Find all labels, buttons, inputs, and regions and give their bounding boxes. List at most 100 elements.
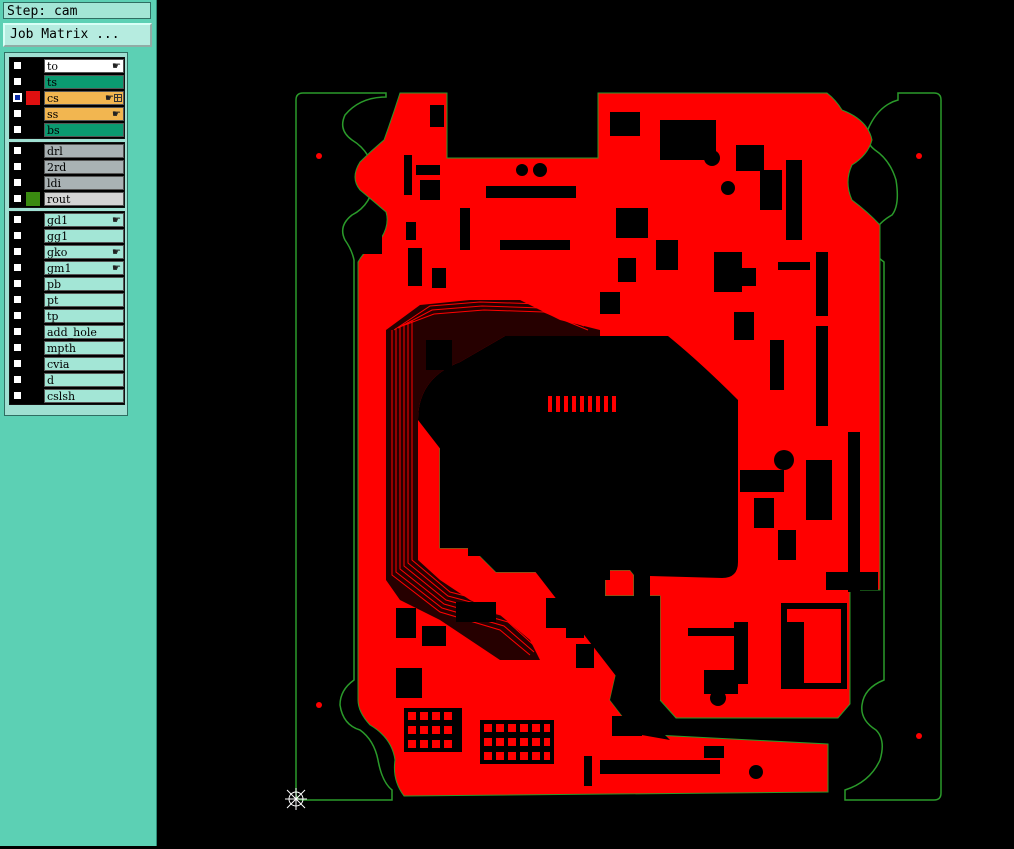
layer-name-text: ss (47, 108, 59, 121)
layer-name[interactable]: cslsh (44, 389, 124, 403)
layer-panel: Step: cam Job Matrix ... to ☛ ts cs ☛ ss ☛ bs d… (0, 0, 157, 846)
layer-checkbox[interactable] (13, 231, 22, 240)
layer-color-swatch[interactable] (26, 160, 40, 174)
layer-checkbox[interactable] (13, 215, 22, 224)
layer-checkbox[interactable] (13, 125, 22, 134)
layer-row-ss[interactable]: ss ☛ (10, 106, 124, 122)
layer-checkbox[interactable] (13, 247, 22, 256)
layer-checkbox[interactable] (13, 279, 22, 288)
layer-color-swatch[interactable] (26, 192, 40, 206)
layer-name[interactable]: pb (44, 277, 124, 291)
layer-color-swatch[interactable] (26, 213, 40, 227)
layer-row-bs[interactable]: bs (10, 122, 124, 138)
layer-color-swatch[interactable] (26, 59, 40, 73)
layer-name-text: ldi (47, 177, 62, 190)
layer-name-text: rout (47, 193, 71, 206)
layer-checkbox[interactable] (13, 77, 22, 86)
layer-color-swatch[interactable] (26, 261, 40, 275)
layer-name-text: gd1 (47, 214, 69, 227)
layer-name-text: ts (47, 76, 58, 89)
layer-checkbox[interactable] (13, 295, 22, 304)
layer-row-2rd[interactable]: 2rd (10, 159, 124, 175)
layer-color-swatch[interactable] (26, 389, 40, 403)
layer-color-swatch[interactable] (26, 107, 40, 121)
layer-row-gm1[interactable]: gm1 ☛ (10, 260, 124, 276)
layer-name[interactable]: cs ☛ (44, 91, 124, 105)
layer-row-d[interactable]: d (10, 372, 124, 388)
layer-checkbox[interactable] (13, 391, 22, 400)
layer-checkbox[interactable] (13, 359, 22, 368)
layer-row-gd1[interactable]: gd1 ☛ (10, 212, 124, 228)
layer-row-ts[interactable]: ts (10, 74, 124, 90)
layer-color-swatch[interactable] (26, 144, 40, 158)
layer-name[interactable]: pt (44, 293, 124, 307)
layer-name[interactable]: rout (44, 192, 124, 206)
layer-name[interactable]: gd1 ☛ (44, 213, 124, 227)
layer-name[interactable]: drl (44, 144, 124, 158)
layer-row-cvia[interactable]: cvia (10, 356, 124, 372)
layer-row-cslsh[interactable]: cslsh (10, 388, 124, 404)
layer-checkbox[interactable] (13, 109, 22, 118)
layer-row-gg1[interactable]: gg1 (10, 228, 124, 244)
layer-checkbox[interactable] (13, 194, 22, 203)
layer-name[interactable]: ss ☛ (44, 107, 124, 121)
layer-checkbox[interactable] (13, 178, 22, 187)
layer-row-cs[interactable]: cs ☛ (10, 90, 124, 106)
step-label: Step: cam (3, 2, 151, 19)
layer-name[interactable]: cvia (44, 357, 124, 371)
layer-checkbox[interactable] (13, 375, 22, 384)
layer-group-drill: drl 2rd ldi rout (9, 142, 125, 208)
layer-color-swatch[interactable] (26, 341, 40, 355)
layer-row-add_hole[interactable]: add_hole (10, 324, 124, 340)
layer-checkbox[interactable] (13, 343, 22, 352)
layer-row-tp[interactable]: tp (10, 308, 124, 324)
layer-name[interactable]: gm1 ☛ (44, 261, 124, 275)
layer-checkbox[interactable] (13, 93, 22, 102)
layer-name-text: mpth (47, 342, 76, 355)
layer-row-rout[interactable]: rout (10, 191, 124, 207)
layer-color-swatch[interactable] (26, 176, 40, 190)
layer-row-ldi[interactable]: ldi (10, 175, 124, 191)
layer-name[interactable]: d (44, 373, 124, 387)
layer-checkbox[interactable] (13, 61, 22, 70)
layer-color-swatch[interactable] (26, 373, 40, 387)
affected-hand-icon: ☛ (112, 61, 121, 72)
layer-name-text: pb (47, 278, 62, 291)
layer-name[interactable]: tp (44, 309, 124, 323)
layer-checkbox[interactable] (13, 327, 22, 336)
pcb-canvas[interactable] (156, 0, 1014, 846)
layer-name[interactable]: add_hole (44, 325, 124, 339)
layer-color-swatch[interactable] (26, 245, 40, 259)
layer-checkbox[interactable] (13, 311, 22, 320)
layer-color-swatch[interactable] (26, 91, 40, 105)
layer-color-swatch[interactable] (26, 309, 40, 323)
layer-name[interactable]: gko ☛ (44, 245, 124, 259)
layer-color-swatch[interactable] (26, 325, 40, 339)
layer-name[interactable]: gg1 (44, 229, 124, 243)
layer-name-text: d (47, 374, 55, 387)
layer-name[interactable]: bs (44, 123, 124, 137)
layer-row-pb[interactable]: pb (10, 276, 124, 292)
layer-name[interactable]: to ☛ (44, 59, 124, 73)
layer-row-pt[interactable]: pt (10, 292, 124, 308)
layer-color-swatch[interactable] (26, 357, 40, 371)
layer-checkbox[interactable] (13, 146, 22, 155)
layer-row-mpth[interactable]: mpth (10, 340, 124, 356)
layer-row-gko[interactable]: gko ☛ (10, 244, 124, 260)
layer-checkbox[interactable] (13, 162, 22, 171)
layer-name[interactable]: 2rd (44, 160, 124, 174)
layer-row-drl[interactable]: drl (10, 143, 124, 159)
pcb-drawing[interactable] (156, 0, 1014, 846)
layer-color-swatch[interactable] (26, 123, 40, 137)
layer-color-swatch[interactable] (26, 293, 40, 307)
job-matrix-button[interactable]: Job Matrix ... (3, 23, 152, 47)
layer-name[interactable]: ts (44, 75, 124, 89)
layer-color-swatch[interactable] (26, 75, 40, 89)
layer-checkbox[interactable] (13, 263, 22, 272)
layer-name-text: gm1 (47, 262, 72, 275)
layer-color-swatch[interactable] (26, 229, 40, 243)
layer-color-swatch[interactable] (26, 277, 40, 291)
layer-name[interactable]: mpth (44, 341, 124, 355)
layer-row-to[interactable]: to ☛ (10, 58, 124, 74)
layer-name[interactable]: ldi (44, 176, 124, 190)
